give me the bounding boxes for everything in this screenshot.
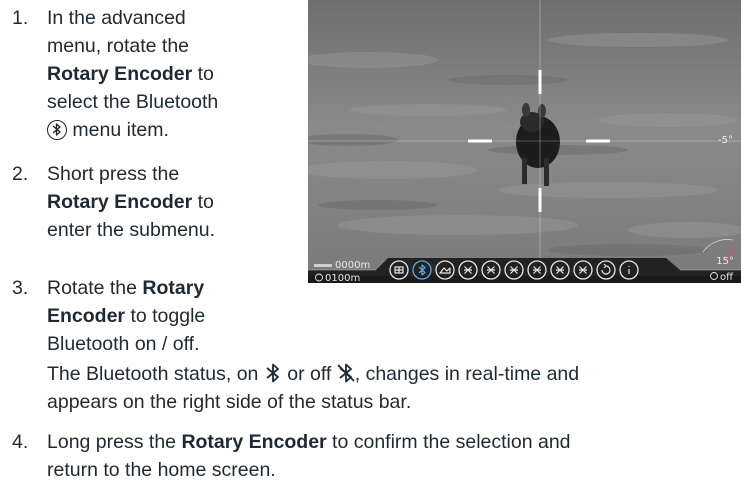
step-text-line: In the advanced [47,7,186,29]
step-text-line: Rotate the Rotary [47,277,205,299]
incline-bottom-label: 15° [716,256,734,267]
step-text-line: menu, rotate the [47,35,190,57]
step-3: 3. Rotate the Rotary Encoder to toggle B… [12,274,741,414]
bluetooth-on-icon [266,363,279,383]
distance-readout: 0000m [335,260,370,271]
step-note-line: appears on the right side of the status … [47,391,412,413]
step-4: 4. Long press the Rotary Encoder to conf… [12,428,741,488]
step-text-line: enter the submenu. [47,219,216,241]
step-text-line: return to the home screen. [47,459,276,481]
emphasis: Rotary [142,277,205,299]
step-number: 4. [12,431,29,453]
emphasis: Rotary Encoder [47,63,193,85]
step-text-line: Short press the [47,163,180,185]
step-text-line: Encoder to toggle [47,305,206,327]
emphasis: Encoder [47,305,126,327]
bluetooth-status-text: off [720,272,734,283]
emphasis: Rotary Encoder [181,431,327,453]
range-readout: 0100m [325,273,360,283]
step-2: 2. Short press the Rotary Encoder to ent… [12,160,302,245]
step-number: 1. [12,7,29,29]
step-number: 3. [12,277,29,299]
step-text-line: Rotary Encoder to [47,63,214,85]
step-text-line: Bluetooth on / off. [47,333,200,355]
step-number: 2. [12,163,29,185]
incline-top-label: -5° [718,135,733,146]
step-1: 1. In the advanced menu, rotate the Rota… [12,4,302,149]
step-note-line: The Bluetooth status, on or off , change… [47,363,580,385]
step-text-line: Rotary Encoder to [47,191,214,213]
emphasis: Rotary Encoder [47,191,193,213]
step-text-line: Long press the Rotary Encoder to confirm… [47,431,571,453]
bluetooth-off-icon [337,363,355,383]
bluetooth-circle-icon [47,120,67,140]
scope-screenshot: -5° 0000m 0100m 15° off [308,0,741,283]
step-text-line: select the Bluetooth [47,91,219,113]
step-text-line: menu item. [47,116,169,144]
